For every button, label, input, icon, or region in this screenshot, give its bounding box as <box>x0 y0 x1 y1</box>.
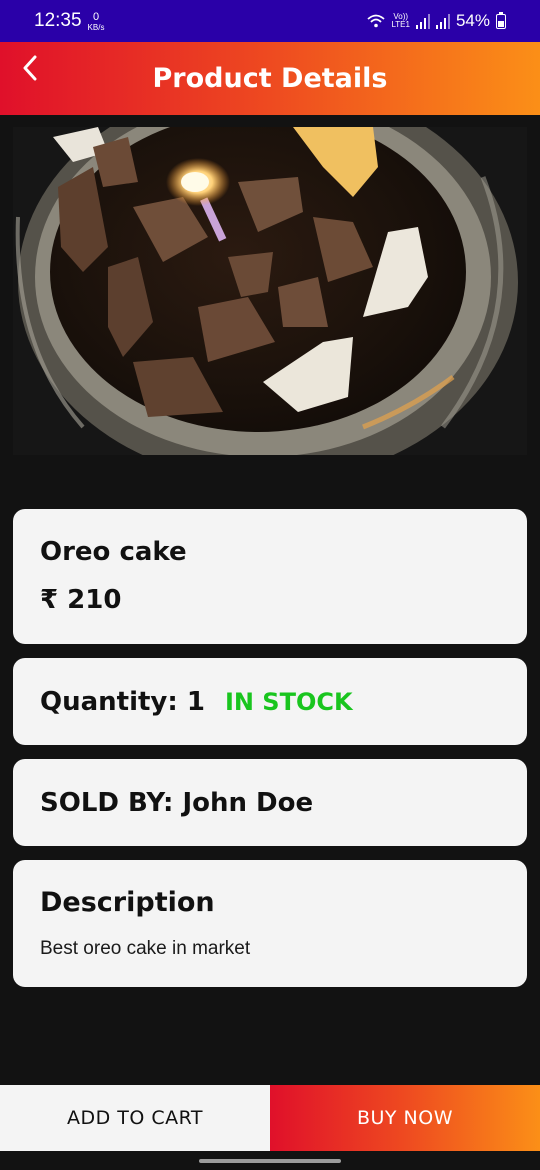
data-speed-value: 0 <box>92 11 100 23</box>
status-right: Vo)) LTE1 54% <box>367 11 506 31</box>
seller-card: SOLD BY: John Doe <box>13 759 527 846</box>
description-text: Best oreo cake in market <box>40 938 251 959</box>
app-bar: Product Details <box>0 42 540 115</box>
signal-icon <box>435 13 450 29</box>
cake-photo <box>13 127 527 455</box>
product-image <box>13 127 527 455</box>
status-bar: 12:35 0 KB/s Vo)) LTE1 54% <box>0 0 540 42</box>
bottom-action-bar: ADD TO CART BUY NOW <box>0 1085 540 1151</box>
product-price: ₹ 210 <box>40 585 122 615</box>
back-button[interactable] <box>14 52 46 84</box>
product-name: Oreo cake <box>40 537 187 567</box>
home-indicator[interactable] <box>199 1159 341 1163</box>
signal-icon <box>415 13 430 29</box>
product-info-card: Oreo cake ₹ 210 <box>13 509 527 644</box>
volte-indicator: Vo)) LTE1 <box>391 13 410 29</box>
stock-status-badge: IN STOCK <box>224 687 353 716</box>
data-speed-unit: KB/s <box>87 23 105 32</box>
volte-bottom: LTE1 <box>391 20 410 29</box>
data-speed: 0 KB/s <box>87 11 105 33</box>
battery-percent: 54% <box>455 11 490 30</box>
quantity-label: Quantity: 1 <box>40 686 205 717</box>
status-left: 12:35 0 KB/s <box>34 10 104 32</box>
system-nav-bar <box>0 1151 540 1170</box>
seller-label: SOLD BY: John Doe <box>40 787 314 818</box>
status-time: 12:35 <box>34 10 82 31</box>
page-title: Product Details <box>152 63 388 94</box>
add-to-cart-button[interactable]: ADD TO CART <box>0 1085 270 1151</box>
description-title: Description <box>40 887 215 918</box>
chevron-left-icon <box>23 55 37 81</box>
description-card: Description Best oreo cake in market <box>13 860 527 987</box>
quantity-card: Quantity: 1 IN STOCK <box>13 658 527 745</box>
battery-icon <box>496 11 506 29</box>
wifi-icon <box>367 14 386 28</box>
buy-now-button[interactable]: BUY NOW <box>270 1085 540 1151</box>
